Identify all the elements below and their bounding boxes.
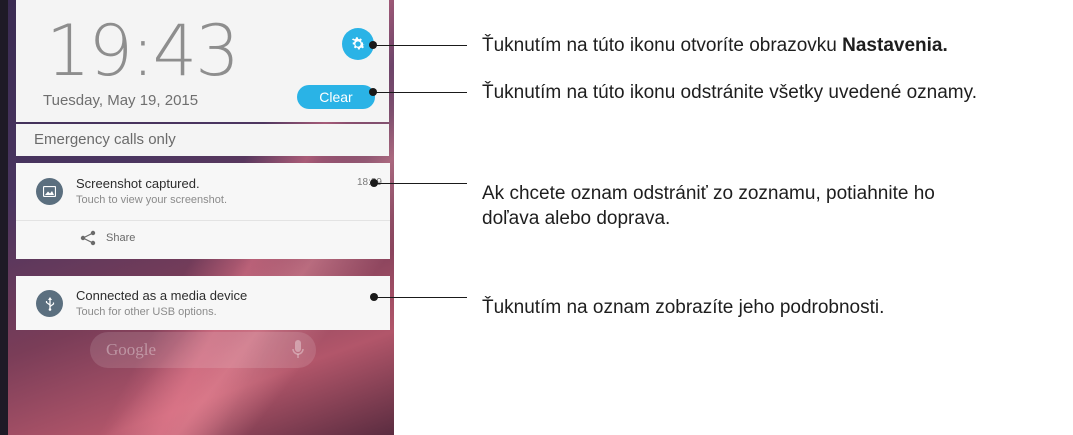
callout-line <box>373 92 467 93</box>
notification-title: Connected as a media device <box>76 288 248 303</box>
search-placeholder: Google <box>106 340 157 359</box>
callout-swipe: Ak chcete oznam odstrániť zo zoznamu, po… <box>482 181 935 231</box>
notification-screenshot[interactable]: Screenshot captured. Touch to view your … <box>16 163 390 259</box>
callout-text-line-1: Ak chcete oznam odstrániť zo zoznamu, po… <box>482 183 935 204</box>
image-icon <box>36 178 63 205</box>
callout-bold-text: Nastavenia. <box>842 35 948 56</box>
notification-subtitle: Touch to view your screenshot. <box>76 194 228 206</box>
phone-bezel <box>0 0 8 435</box>
usb-icon <box>36 290 63 317</box>
notification-usb[interactable]: Connected as a media device Touch for ot… <box>16 276 390 330</box>
callout-settings: Ťuknutím na túto ikonu otvoríte obrazovk… <box>482 33 948 58</box>
divider <box>16 220 390 221</box>
quick-settings-header: 19:43 Tuesday, May 19, 2015 Clear <box>16 0 389 122</box>
callout-clear: Ťuknutím na túto ikonu odstránite všetky… <box>482 82 977 103</box>
callout-text: Ťuknutím na túto ikonu otvoríte obrazovk… <box>482 35 843 56</box>
google-search-bar[interactable]: Google <box>90 332 316 368</box>
callout-line <box>374 183 467 184</box>
clock: 19:43 <box>46 10 240 92</box>
callout-line <box>373 45 467 46</box>
gear-icon <box>351 37 366 50</box>
share-icon <box>80 230 96 246</box>
date-label: Tuesday, May 19, 2015 <box>43 92 199 109</box>
callout-details: Ťuknutím na oznam zobrazíte jeho podrobn… <box>482 297 885 318</box>
callout-text-line-2: doľava alebo doprava. <box>482 208 671 229</box>
notification-subtitle: Touch for other USB options. <box>76 306 217 318</box>
notification-title: Screenshot captured. <box>76 176 200 191</box>
microphone-icon[interactable] <box>292 340 304 360</box>
clear-all-button[interactable]: Clear <box>297 85 375 109</box>
share-button[interactable]: Share <box>80 230 135 246</box>
share-label: Share <box>106 232 136 244</box>
emergency-calls-label: Emergency calls only <box>16 124 389 156</box>
callout-line <box>374 297 467 298</box>
phone-screen: 19:43 Tuesday, May 19, 2015 Clear Emerge… <box>8 0 394 435</box>
